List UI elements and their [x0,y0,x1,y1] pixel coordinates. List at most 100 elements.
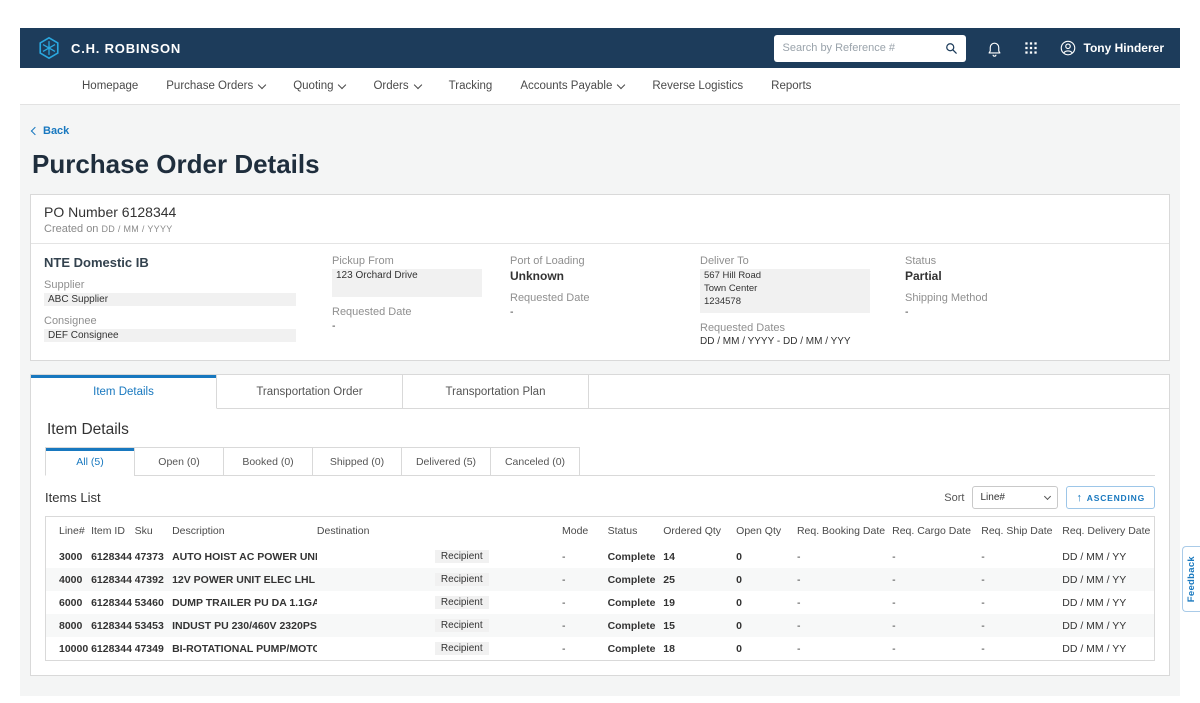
chevron-down-icon [338,80,346,88]
nav-item-quoting[interactable]: Quoting [287,76,351,96]
cell-open_qty: 0 [736,545,797,568]
filter-tab-delivered-5[interactable]: Delivered (5) [401,447,491,476]
cell-req_booking_date: - [797,545,892,568]
chevron-down-icon [617,80,625,88]
filter-tab-open-0[interactable]: Open (0) [134,447,224,476]
cell-ordered_qty: 15 [663,614,736,637]
cell-req_delivery_date: DD / MM / YY [1062,591,1154,614]
column-header-open-qty: Open Qty [736,517,797,546]
status-badge: Partial [905,269,1156,283]
column-header-destination: Destination [317,517,562,546]
nav-item-label: Accounts Payable [520,80,612,92]
chevron-down-icon [413,80,421,88]
cell-line: 3000 [46,545,92,568]
nav-item-reverse-logistics[interactable]: Reverse Logistics [646,76,749,96]
cell-mode: - [562,568,608,591]
cell-open_qty: 0 [736,591,797,614]
cell-req_booking_date: - [797,614,892,637]
feedback-button[interactable]: Feedback [1182,546,1200,612]
supplier-value: ABC Supplier [44,293,296,306]
cell-sku: 47392 [135,568,172,591]
cell-item_id: 6128344 [91,545,135,568]
nav-item-label: Purchase Orders [166,80,253,92]
table-header-row: Line#Item IDSkuDescriptionDestinationMod… [46,517,1155,546]
deliver-to-value: 567 Hill Road Town Center 1234578 [700,269,870,313]
header-actions: Tony Hinderer [774,35,1164,62]
nav-item-label: Homepage [82,80,138,92]
cell-ordered_qty: 14 [663,545,736,568]
cell-destination: Recipient [317,637,562,661]
cell-req_delivery_date: DD / MM / YY [1062,614,1154,637]
shipping-method-label: Shipping Method [905,292,1156,304]
table-row: 10000612834447349BI-ROTATIONAL PUMP/MOTO… [46,637,1155,661]
tab-item-details[interactable]: Item Details [31,375,217,409]
arrow-up-icon: ↑ [1076,492,1082,504]
sort-label: Sort [944,492,964,504]
nav-item-reports[interactable]: Reports [765,76,817,96]
tab-transportation-plan[interactable]: Transportation Plan [403,375,589,409]
destination-value: Recipient [435,550,489,563]
table-row: 3000612834447373AUTO HOIST AC POWER UNIT… [46,545,1155,568]
search-box [774,35,966,62]
search-icon[interactable] [944,41,959,56]
cell-status: Complete [608,614,664,637]
cell-open_qty: 0 [736,568,797,591]
port-requested-date-label: Requested Date [510,292,700,304]
page: C.H. ROBINSON [0,28,1200,703]
cell-mode: - [562,545,608,568]
cell-open_qty: 0 [736,614,797,637]
filter-tab-all-5[interactable]: All (5) [45,447,135,476]
tab-transportation-order[interactable]: Transportation Order [217,375,403,409]
sort-controls: Sort Line# ↑ ASCENDING [944,486,1155,509]
port-of-loading-column: Port of Loading Unknown Requested Date - [510,253,700,347]
cell-sku: 53460 [135,591,172,614]
deliver-to-column: Deliver To 567 Hill Road Town Center 123… [700,253,905,347]
app-grid-icon[interactable] [1023,40,1039,56]
column-header-status: Status [608,517,664,546]
filter-tab-booked-0[interactable]: Booked (0) [223,447,313,476]
consignee-label: Consignee [44,315,332,327]
nav-item-accounts-payable[interactable]: Accounts Payable [514,76,630,96]
cell-req_cargo_date: - [892,568,981,591]
cell-req_delivery_date: DD / MM / YY [1062,637,1154,661]
cell-req_booking_date: - [797,637,892,661]
po-summary-header: PO Number 6128344 Created on DD / MM / Y… [31,195,1169,243]
filter-strip-filler [580,447,1155,476]
column-header-description: Description [172,517,317,546]
cell-description: DUMP TRAILER PU DA 1.1GAL TANK [172,591,317,614]
search-input[interactable] [783,42,944,54]
cell-status: Complete [608,591,664,614]
nav-item-tracking[interactable]: Tracking [443,76,499,96]
cell-req_cargo_date: - [892,591,981,614]
nav-item-homepage[interactable]: Homepage [76,76,144,96]
app-header: C.H. ROBINSON [20,28,1180,68]
user-menu[interactable]: Tony Hinderer [1059,39,1164,57]
cell-ordered_qty: 18 [663,637,736,661]
cell-req_booking_date: - [797,568,892,591]
cell-req_cargo_date: - [892,637,981,661]
sort-direction-button[interactable]: ↑ ASCENDING [1066,486,1155,509]
nav-item-purchase-orders[interactable]: Purchase Orders [160,76,271,96]
cell-req_booking_date: - [797,591,892,614]
table-row: 6000612834453460DUMP TRAILER PU DA 1.1GA… [46,591,1155,614]
back-link[interactable]: Back [32,125,69,137]
cell-destination: Recipient [317,568,562,591]
nav-item-label: Orders [373,80,408,92]
consignee-value: DEF Consignee [44,329,296,342]
brand-logo[interactable]: C.H. ROBINSON [36,35,181,61]
column-header-ordered-qty: Ordered Qty [663,517,736,546]
cell-item_id: 6128344 [91,568,135,591]
chevron-down-icon [1044,492,1051,499]
filter-tab-shipped-0[interactable]: Shipped (0) [312,447,402,476]
cell-status: Complete [608,568,664,591]
table-row: 8000612834453453INDUST PU 230/460V 2320P… [46,614,1155,637]
cell-mode: - [562,614,608,637]
cell-description: 12V POWER UNIT ELEC LHL LG RES [172,568,317,591]
cell-req_delivery_date: DD / MM / YY [1062,568,1154,591]
sort-select[interactable]: Line# [972,486,1058,509]
filter-tab-canceled-0[interactable]: Canceled (0) [490,447,580,476]
notifications-bell-icon[interactable] [986,40,1003,57]
cell-open_qty: 0 [736,637,797,661]
nav-item-orders[interactable]: Orders [367,76,426,96]
nav-item-label: Reports [771,80,811,92]
